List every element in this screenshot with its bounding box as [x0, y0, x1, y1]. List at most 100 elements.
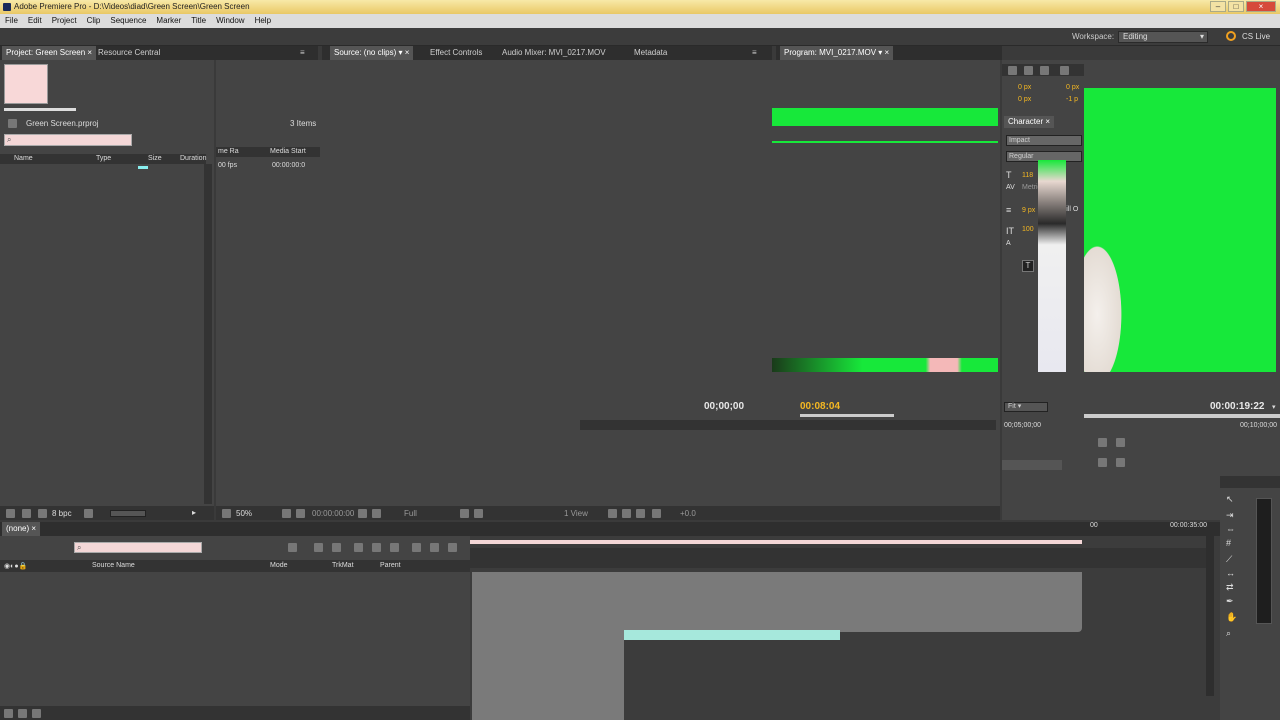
column-frame-rate[interactable]: me Ra: [218, 148, 239, 155]
panel-menu-icon[interactable]: ≡: [296, 46, 309, 60]
playback-quality[interactable]: Full: [404, 509, 417, 518]
font-dropdown[interactable]: Impact: [1006, 135, 1082, 146]
slide-icon[interactable]: ⇄: [1226, 582, 1234, 593]
x-offset-value[interactable]: 0 px: [1018, 84, 1031, 91]
project-search-input[interactable]: ⌕: [4, 134, 132, 146]
work-area-bar[interactable]: [470, 540, 1082, 544]
font-size-value[interactable]: 118: [1022, 172, 1033, 179]
close-icon[interactable]: ×: [885, 48, 890, 57]
track-select-icon[interactable]: ⇥: [1226, 510, 1234, 521]
mark-in-icon[interactable]: [608, 509, 617, 518]
column-duration[interactable]: Duration: [180, 155, 206, 162]
w-offset-value[interactable]: 0 px: [1066, 84, 1079, 91]
tab-resource-central[interactable]: Resource Central: [94, 46, 164, 60]
snapshot-icon[interactable]: [1116, 438, 1125, 447]
source-timecode[interactable]: 00;00;00: [704, 401, 744, 412]
brainstorm-icon[interactable]: [430, 543, 439, 552]
transport-controls[interactable]: [1002, 460, 1062, 470]
h-offset-value[interactable]: -1 p: [1066, 96, 1078, 103]
menu-sequence[interactable]: Sequence: [105, 16, 151, 25]
align-right-icon[interactable]: [1040, 66, 1049, 75]
safe-margins-icon[interactable]: [222, 509, 231, 518]
maximize-button[interactable]: □: [1228, 1, 1244, 12]
column-name[interactable]: Name: [14, 155, 33, 162]
multicam-icon[interactable]: [1116, 458, 1125, 467]
zoom-slider[interactable]: [110, 510, 146, 517]
menu-file[interactable]: File: [0, 16, 23, 25]
razor-icon[interactable]: ⟋: [1226, 554, 1232, 565]
minimize-button[interactable]: –: [1210, 1, 1226, 12]
hand-icon[interactable]: ✋: [1226, 612, 1237, 623]
step-back-icon[interactable]: [282, 509, 291, 518]
slip-icon[interactable]: ↔: [1226, 568, 1235, 578]
program-current-timecode[interactable]: 00:08:04: [800, 401, 840, 412]
column-type[interactable]: Type: [96, 155, 111, 162]
column-size[interactable]: Size: [148, 155, 162, 162]
program-ruler-bar[interactable]: [1084, 414, 1280, 418]
timeline-search-input[interactable]: ⌕: [74, 542, 202, 553]
step-forward-icon[interactable]: [296, 509, 305, 518]
menu-edit[interactable]: Edit: [23, 16, 47, 25]
menu-clip[interactable]: Clip: [82, 16, 106, 25]
close-button[interactable]: ×: [1246, 1, 1276, 12]
leading-value[interactable]: 100: [1022, 226, 1034, 233]
link-icon[interactable]: [332, 543, 341, 552]
render-icon[interactable]: [448, 543, 457, 552]
type-tool-icon[interactable]: T: [1022, 260, 1034, 272]
pen-icon[interactable]: ✒: [1226, 596, 1234, 607]
tab-project[interactable]: Project: Green Screen ×: [2, 46, 97, 60]
tab-effect-controls[interactable]: Effect Controls: [426, 46, 486, 60]
toggle-modes-icon[interactable]: [32, 709, 41, 718]
align-left-icon[interactable]: [1008, 66, 1017, 75]
y-offset-value[interactable]: 0 px: [1018, 96, 1031, 103]
workspace-dropdown[interactable]: Editing ▾: [1118, 31, 1208, 43]
tab-source[interactable]: Source: (no clips) ▾ ×: [330, 46, 414, 60]
motion-blur-icon[interactable]: [390, 543, 399, 552]
ripple-edit-icon[interactable]: ⇔: [1226, 524, 1235, 534]
snap-icon[interactable]: [288, 543, 297, 552]
view-selector[interactable]: 1 View: [564, 509, 588, 518]
menu-help[interactable]: Help: [250, 16, 276, 25]
column-mode[interactable]: Mode: [270, 562, 288, 569]
cslive-button[interactable]: CS Live: [1242, 32, 1270, 41]
close-icon[interactable]: ×: [31, 524, 36, 533]
timeline-scrollbar[interactable]: [1206, 536, 1214, 696]
sequence-marker-icon[interactable]: [314, 543, 323, 552]
selection-tool-icon[interactable]: ↖: [1226, 494, 1234, 505]
zoom-level[interactable]: 50%: [236, 509, 252, 518]
program-video-frame[interactable]: [1084, 88, 1276, 372]
close-icon[interactable]: ×: [1045, 117, 1050, 126]
comp-flowchart-icon[interactable]: [4, 709, 13, 718]
grid-icon[interactable]: [474, 509, 483, 518]
column-parent[interactable]: Parent: [380, 562, 401, 569]
tracking-value[interactable]: 9 px: [1022, 207, 1035, 214]
toggle-switches-icon[interactable]: [18, 709, 27, 718]
camera-icon[interactable]: [358, 509, 367, 518]
icon-view-icon[interactable]: [22, 509, 31, 518]
tab-metadata[interactable]: Metadata: [630, 46, 671, 60]
menu-project[interactable]: Project: [47, 16, 82, 25]
panel-menu-icon[interactable]: ≡: [748, 46, 761, 60]
zoom-icon[interactable]: ⌕: [1226, 628, 1231, 639]
keyframe-icon[interactable]: [354, 543, 363, 552]
fit-dropdown[interactable]: Fit ▾: [1004, 402, 1048, 412]
export-frame-icon[interactable]: [636, 509, 645, 518]
safe-area-icon[interactable]: [1098, 438, 1107, 447]
column-media-start[interactable]: Media Start: [270, 148, 306, 155]
draft-icon[interactable]: [412, 543, 421, 552]
source-time-ruler[interactable]: [580, 420, 996, 430]
timeline-tracks[interactable]: 00 00:00:35:00: [470, 522, 1220, 720]
close-icon[interactable]: ×: [405, 48, 410, 57]
tab-program[interactable]: Program: MVI_0217.MOV ▾ ×: [780, 46, 894, 60]
lock-icon[interactable]: [372, 509, 381, 518]
scroll-right-icon[interactable]: ▸: [192, 508, 196, 517]
column-trkmat[interactable]: TrkMat: [332, 562, 354, 569]
time-ruler[interactable]: 00 00:00:35:00: [470, 522, 1207, 568]
list-view-icon[interactable]: [6, 509, 15, 518]
align-center-icon[interactable]: [1024, 66, 1033, 75]
menu-title[interactable]: Title: [186, 16, 211, 25]
av-switches-icon[interactable]: ◉◐●🔒: [4, 562, 27, 570]
loop-icon[interactable]: [1098, 458, 1107, 467]
distribute-icon[interactable]: [1060, 66, 1069, 75]
column-source-name[interactable]: Source Name: [92, 562, 135, 569]
